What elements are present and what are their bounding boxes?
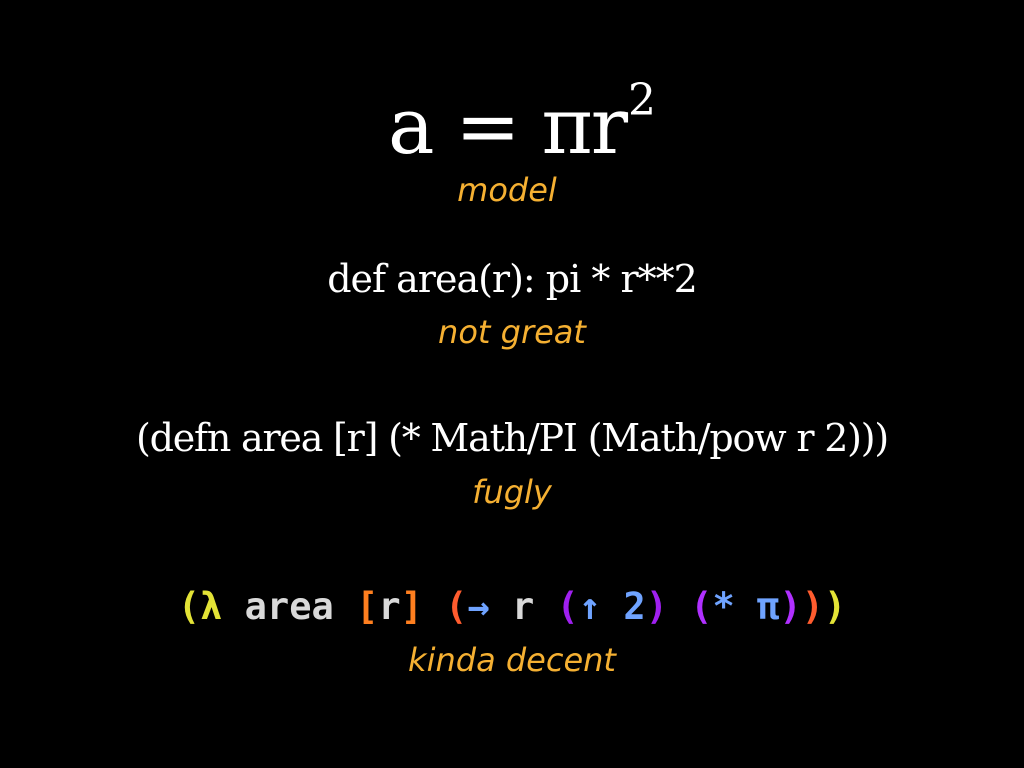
clojure-annotation: fugly xyxy=(472,473,552,511)
python-code-line: def area(r): pi * r**2 xyxy=(327,257,698,301)
slide: a = πr2 model def area(r): pi * r**2 not… xyxy=(0,0,1024,768)
lambda-token: (λ xyxy=(177,585,223,628)
area-formula: a = πr2 xyxy=(0,75,1024,184)
lambda-token: area xyxy=(222,585,357,628)
lambda-token: ) xyxy=(823,585,847,628)
python-annotation: not great xyxy=(438,313,586,351)
formula-annotation: model xyxy=(457,171,557,209)
lambda-token: ( xyxy=(556,585,579,628)
clojure-code-line: (defn area [r] (* Math/PI (Math/pow r 2)… xyxy=(135,416,889,460)
lambda-token: r xyxy=(489,585,557,628)
lambda-token: ( xyxy=(422,585,468,628)
lambda-token: ↑ 2 xyxy=(578,585,646,628)
lambda-code-line: (λ area [r] (→ r (↑ 2) (* π))) xyxy=(0,582,1024,632)
lambda-token: r xyxy=(378,585,401,628)
lambda-token: ) xyxy=(801,585,824,628)
lambda-token: ) xyxy=(779,585,802,628)
lambda-token: ( xyxy=(667,585,713,628)
lambda-annotation: kinda decent xyxy=(408,641,616,679)
formula-exponent: 2 xyxy=(628,75,656,126)
lambda-token: ] xyxy=(400,585,423,628)
lambda-token: ) xyxy=(645,585,668,628)
lambda-token: → xyxy=(467,585,490,628)
formula-main: a = πr xyxy=(388,82,628,172)
lambda-token: * π xyxy=(712,585,780,628)
lambda-token: [ xyxy=(356,585,379,628)
